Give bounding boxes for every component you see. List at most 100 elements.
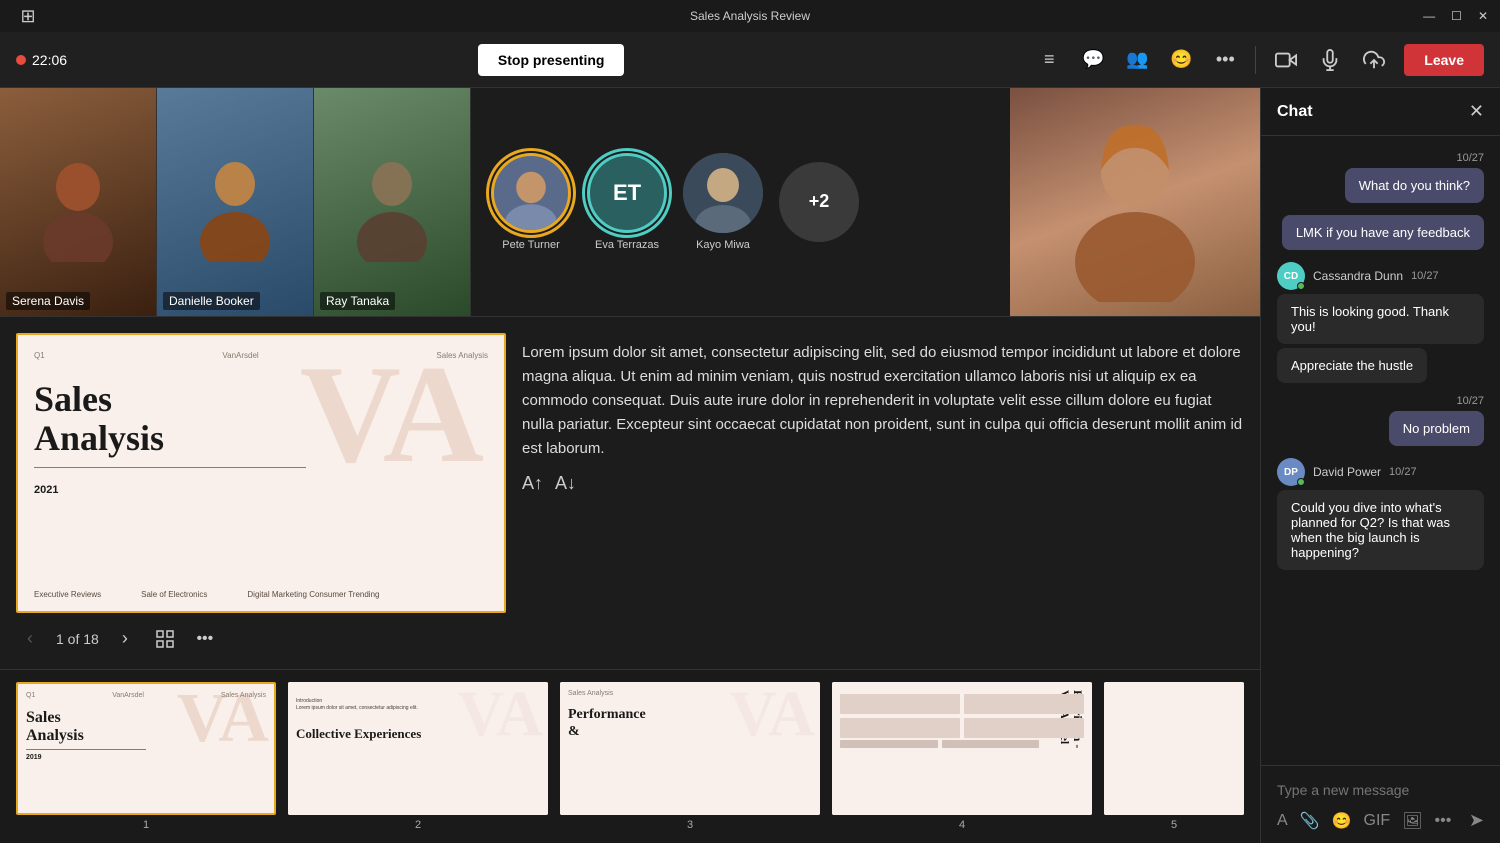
thumb-2[interactable]: VA Introduction Lorem ipsum dolor sit am… bbox=[288, 682, 548, 815]
thumb-2-inner: VA Introduction Lorem ipsum dolor sit am… bbox=[288, 682, 548, 815]
sender-name-david: David Power bbox=[1313, 465, 1381, 479]
thumb-2-wrapper: VA Introduction Lorem ipsum dolor sit am… bbox=[288, 682, 548, 831]
circle-participants: Pete Turner ET Eva Terrazas Kayo Miwa bbox=[471, 88, 1010, 316]
thumb-4[interactable]: Fabrikam -VanArsdel bbox=[832, 682, 1092, 815]
slide-company-label: VanArsdel bbox=[222, 351, 258, 360]
thumb-5-num: 5 bbox=[1171, 819, 1177, 831]
chat-gif-btn[interactable]: GIF bbox=[1364, 812, 1391, 830]
participant-pete-wrapper: Pete Turner bbox=[491, 153, 571, 251]
avatar-pete[interactable] bbox=[491, 153, 571, 233]
people-icon[interactable]: 👥 bbox=[1123, 46, 1151, 74]
participant-kayo-wrapper: Kayo Miwa bbox=[683, 153, 763, 251]
thumb-3-inner: VA Sales Analysis Performance& bbox=[560, 682, 820, 815]
chat-input-field[interactable] bbox=[1277, 778, 1484, 802]
slide-divider bbox=[34, 467, 306, 468]
msg-group-1: 10/27 What do you think? bbox=[1277, 152, 1484, 203]
online-indicator-david bbox=[1297, 478, 1305, 486]
slide-footer: Executive Reviews Sale of Electronics Di… bbox=[34, 590, 488, 599]
chat-emoji-btn[interactable]: 😊 bbox=[1332, 811, 1352, 831]
msg-bubble-5: Could you dive into what's planned for Q… bbox=[1277, 490, 1484, 570]
thumb-3-wrapper: VA Sales Analysis Performance& 3 bbox=[560, 682, 820, 831]
microphone-icon[interactable] bbox=[1316, 46, 1344, 74]
thumb-4-num: 4 bbox=[959, 819, 965, 831]
share-icon[interactable] bbox=[1360, 46, 1388, 74]
slide-nav: ‹ 1 of 18 › ••• bbox=[16, 625, 506, 653]
window-title: Sales Analysis Review bbox=[690, 9, 810, 23]
content-area: Serena Davis Danielle Booker bbox=[0, 88, 1260, 843]
thumb-5[interactable] bbox=[1104, 682, 1244, 815]
prev-slide-btn[interactable]: ‹ bbox=[16, 625, 44, 653]
font-increase-btn[interactable]: A↑ bbox=[522, 473, 543, 494]
thumb-3-label: Performance& bbox=[568, 707, 812, 741]
thumb-4-inner: Fabrikam -VanArsdel bbox=[832, 682, 1092, 815]
avatar-kayo[interactable] bbox=[683, 153, 763, 233]
thumb-4-grid bbox=[840, 694, 1084, 738]
participant-name-serena: Serena Davis bbox=[6, 292, 90, 310]
toolbar: 22:06 Stop presenting ≡ 💬 👥 😊 ••• bbox=[0, 32, 1500, 88]
msg-bubble-2: LMK if you have any feedback bbox=[1282, 215, 1484, 250]
thumb-3[interactable]: VA Sales Analysis Performance& bbox=[560, 682, 820, 815]
minimize-btn[interactable]: — bbox=[1423, 9, 1435, 23]
chat-close-btn[interactable]: ✕ bbox=[1469, 101, 1484, 122]
chat-title: Chat bbox=[1277, 103, 1313, 121]
chat-panel: Chat ✕ 10/27 What do you think? LMK if y… bbox=[1260, 88, 1500, 843]
close-btn[interactable]: ✕ bbox=[1478, 9, 1488, 23]
chat-attach-btn[interactable]: 📎 bbox=[1300, 811, 1320, 831]
leave-button[interactable]: Leave bbox=[1404, 44, 1484, 76]
thumb-4-wrapper: Fabrikam -VanArsdel 4 bbox=[832, 682, 1092, 831]
thumb-2-body: Lorem ipsum dolor sit amet, consectetur … bbox=[296, 705, 540, 712]
toolbar-right: ≡ 💬 👥 😊 ••• Leave bbox=[1035, 44, 1484, 76]
chat-more-btn[interactable]: ••• bbox=[1435, 812, 1452, 830]
msg-bubble-4: No problem bbox=[1389, 411, 1484, 446]
participant-ray: Ray Tanaka bbox=[314, 88, 471, 316]
app-grid-btn[interactable]: ⊞ bbox=[12, 0, 44, 32]
slide-container: Q1 VanArsdel Sales Analysis VA SalesAnal… bbox=[16, 333, 506, 653]
thumb-1[interactable]: VA Q1VanArsdelSales Analysis SalesAnalys… bbox=[16, 682, 276, 815]
chat-send-button[interactable]: ➤ bbox=[1469, 810, 1484, 831]
thumb-1-year: 2019 bbox=[26, 754, 266, 761]
more-options-icon[interactable]: ••• bbox=[1211, 46, 1239, 74]
recording-dot bbox=[16, 55, 26, 65]
toolbar-left: 22:06 bbox=[16, 52, 67, 68]
chat-sticker-btn[interactable]: 🖼 bbox=[1402, 811, 1422, 831]
chat-messages: 10/27 What do you think? LMK if you have… bbox=[1261, 136, 1500, 765]
msg-ts-1: 10/27 bbox=[1456, 152, 1484, 164]
chat-icon[interactable]: 💬 bbox=[1079, 46, 1107, 74]
chat-format-btn[interactable]: A bbox=[1277, 812, 1288, 830]
slide-title: SalesAnalysis bbox=[34, 380, 488, 459]
msg-group-4: 10/27 No problem bbox=[1277, 395, 1484, 446]
menu-icon[interactable]: ≡ bbox=[1035, 46, 1063, 74]
divider bbox=[1255, 46, 1256, 74]
thumb-5-wrapper: 5 bbox=[1104, 682, 1244, 831]
slide-inner: Q1 VanArsdel Sales Analysis VA SalesAnal… bbox=[18, 335, 504, 611]
stop-presenting-button[interactable]: Stop presenting bbox=[478, 44, 625, 76]
slide-year: 2021 bbox=[34, 484, 488, 496]
sender-time-david: 10/27 bbox=[1389, 466, 1417, 478]
avatar-eva[interactable]: ET bbox=[587, 153, 667, 233]
camera-icon[interactable] bbox=[1272, 46, 1300, 74]
next-slide-btn[interactable]: › bbox=[111, 625, 139, 653]
chat-input-area: A 📎 😊 GIF 🖼 ••• ➤ bbox=[1261, 765, 1500, 843]
participant-eva-wrapper: ET Eva Terrazas bbox=[587, 153, 667, 251]
thumb-2-label: Collective Experiences bbox=[296, 726, 540, 742]
thumb-2-num: 2 bbox=[415, 819, 421, 831]
slide-area: Q1 VanArsdel Sales Analysis VA SalesAnal… bbox=[0, 317, 1260, 669]
font-decrease-btn[interactable]: A↓ bbox=[555, 473, 576, 494]
slide-more-btn[interactable]: ••• bbox=[191, 625, 219, 653]
participants-row: Serena Davis Danielle Booker bbox=[0, 88, 1260, 317]
participant-more-wrapper: +2 bbox=[779, 162, 859, 242]
maximize-btn[interactable]: ☐ bbox=[1451, 9, 1462, 23]
slide-footer-2: Sale of Electronics bbox=[141, 590, 207, 599]
online-indicator-cassandra bbox=[1297, 282, 1305, 290]
slide-footer-1: Executive Reviews bbox=[34, 590, 101, 599]
toolbar-center: Stop presenting bbox=[75, 44, 1027, 76]
sender-time-cassandra: 10/27 bbox=[1411, 270, 1439, 282]
thumbnails-row: VA Q1VanArsdelSales Analysis SalesAnalys… bbox=[0, 669, 1260, 843]
participant-name-kayo: Kayo Miwa bbox=[696, 239, 750, 251]
emoji-reaction-icon[interactable]: 😊 bbox=[1167, 46, 1195, 74]
participant-name-eva: Eva Terrazas bbox=[595, 239, 659, 251]
thumb-1-title: SalesAnalysis bbox=[26, 709, 266, 745]
slide-grid-view-btn[interactable] bbox=[151, 625, 179, 653]
slide-frame[interactable]: Q1 VanArsdel Sales Analysis VA SalesAnal… bbox=[16, 333, 506, 613]
participant-more-badge[interactable]: +2 bbox=[779, 162, 859, 242]
